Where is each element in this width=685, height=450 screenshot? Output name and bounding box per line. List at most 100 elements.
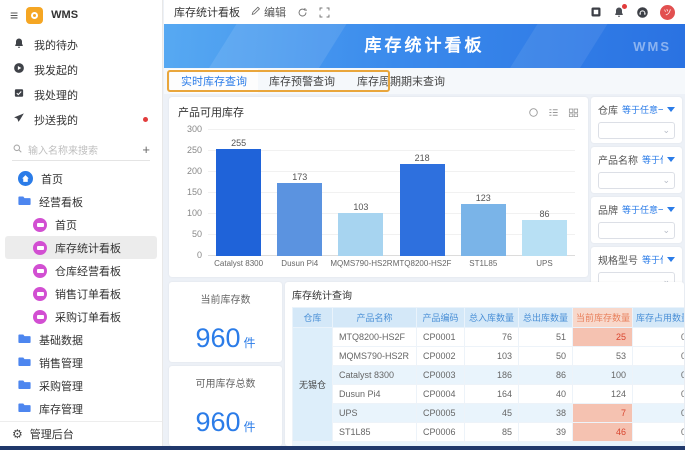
bar[interactable] — [277, 183, 322, 256]
unread-badge-dot — [143, 117, 148, 122]
play-icon — [13, 62, 25, 77]
sidebar-menu-item[interactable]: 我处理的 — [0, 82, 162, 107]
home-icon — [18, 171, 33, 186]
admin-console-button[interactable]: ⚙ 管理后台 — [0, 421, 162, 446]
table-cell: 46 — [573, 423, 633, 442]
column-header: 库存占用数量 — [633, 308, 685, 328]
badge-icon — [33, 287, 47, 301]
stat-number: 960 — [195, 407, 240, 437]
table-row[interactable]: Dusun Pi4CP0004164401240 — [293, 385, 685, 404]
bar-value-label: 173 — [292, 172, 307, 182]
filter-label: 规格型号 — [598, 252, 638, 267]
sidebar-nav-item[interactable]: 库存统计看板 — [5, 236, 157, 259]
bar-slot: 218 — [392, 153, 453, 256]
hamburger-menu-icon[interactable]: ≡ — [10, 7, 18, 23]
table-row[interactable]: MQMS790-HS2RCP000210350530 — [293, 347, 685, 366]
filter-condition-dropdown[interactable]: 等于任意一... — [622, 203, 663, 216]
filter-condition-dropdown[interactable]: 等于任意一... — [622, 103, 663, 116]
table-row[interactable]: Catalyst 8300CP0003186861000 — [293, 366, 685, 385]
chart-card: 产品可用库存 050100150200250300255173103218123… — [169, 97, 588, 277]
filter-label: 仓库 — [598, 102, 618, 117]
bar-value-label: 86 — [539, 209, 549, 219]
sidebar-nav-item[interactable]: 经营看板 — [5, 190, 157, 213]
pencil-icon — [251, 6, 261, 19]
bar-value-label: 123 — [476, 193, 491, 203]
sidebar-nav-item[interactable]: 采购管理 — [5, 374, 157, 397]
x-axis-label: Dusun Pi4 — [269, 259, 330, 268]
chart-list-icon[interactable] — [548, 107, 559, 118]
bar[interactable] — [216, 149, 261, 256]
edit-button[interactable]: 编辑 — [251, 4, 286, 20]
bar[interactable] — [522, 220, 567, 256]
caret-down-icon[interactable] — [667, 107, 675, 112]
sidebar-nav-item[interactable]: 首页 — [5, 167, 157, 190]
x-axis-label: MTQ8200-HS2F — [392, 259, 453, 268]
table-row[interactable]: ST1L85CP00068539460 — [293, 423, 685, 442]
nav-item-label: 仓库经营看板 — [55, 263, 121, 279]
table-header-row: 仓库产品名称产品编码总入库数量总出库数量当前库存数量库存占用数量当前可用数量 — [293, 308, 685, 328]
sidebar-menu-item[interactable]: 我发起的 — [0, 57, 162, 82]
table-cell: 53 — [573, 347, 633, 366]
x-axis-label: Catalyst 8300 — [208, 259, 269, 268]
tab-3[interactable]: 库存周期期末查询 — [346, 69, 456, 93]
fullscreen-icon[interactable] — [319, 7, 330, 18]
table-row[interactable]: 无锡仓MTQ8200-HS2FCP00017651250 — [293, 328, 685, 347]
stat-label: 可用库存总数 — [196, 375, 256, 390]
y-axis-tick: 250 — [178, 145, 202, 155]
filter-value-select[interactable]: ⌄ — [598, 222, 675, 239]
sidebar-menu-item[interactable]: 我的待办 — [0, 32, 162, 57]
bar-value-label: 218 — [415, 153, 430, 163]
apps-icon[interactable] — [590, 6, 602, 18]
stat-unit: 件 — [244, 420, 256, 434]
tab-1[interactable]: 实时库存查询 — [170, 69, 258, 93]
bar[interactable] — [400, 164, 445, 256]
table-cell: 39 — [519, 423, 573, 442]
bar-slot: 86 — [514, 209, 575, 256]
stat-value: 960件 — [195, 323, 255, 354]
badge-icon — [33, 310, 47, 324]
caret-down-icon[interactable] — [667, 257, 675, 262]
banner-title: 库存统计看板 — [164, 24, 685, 68]
sidebar-nav-item[interactable]: 销售订单看板 — [5, 282, 157, 305]
chart-more-grid-icon[interactable] — [568, 107, 579, 118]
sidebar-nav-item[interactable]: 采购订单看板 — [5, 305, 157, 328]
table-cell: 76 — [465, 328, 519, 347]
topbar: 库存统计看板 编辑 ツ — [164, 0, 685, 24]
sidebar-nav-item[interactable]: 首页 — [5, 213, 157, 236]
nav-item-label: 库存管理 — [39, 401, 83, 417]
bar[interactable] — [338, 213, 383, 256]
sidebar-nav-item[interactable]: 基础数据 — [5, 328, 157, 351]
notification-bell-icon[interactable] — [613, 6, 625, 18]
caret-down-icon[interactable] — [667, 157, 675, 162]
dashboard-content: 产品可用库存 050100150200250300255173103218123… — [164, 94, 685, 446]
sidebar-nav-item[interactable]: 销售管理 — [5, 351, 157, 374]
y-axis-tick: 150 — [178, 187, 202, 197]
dashboard-banner: 库存统计看板 WMS — [164, 24, 685, 68]
stat-number: 960 — [195, 323, 240, 353]
chart-refresh-icon[interactable] — [528, 107, 539, 118]
caret-down-icon[interactable] — [667, 207, 675, 212]
window-bottom-bar — [0, 446, 685, 450]
help-icon[interactable] — [636, 6, 649, 19]
user-avatar[interactable]: ツ — [660, 5, 675, 20]
nav-item-label: 采购订单看板 — [55, 309, 121, 325]
filter-value-select[interactable]: ⌄ — [598, 122, 675, 139]
sidebar-menu-item[interactable]: 抄送我的 — [0, 107, 162, 132]
filter-value-select[interactable]: ⌄ — [598, 172, 675, 189]
column-header: 产品名称 — [333, 308, 417, 328]
table-cell: 50 — [519, 347, 573, 366]
filter-condition-dropdown[interactable]: 等于任... — [642, 153, 663, 166]
sidebar-nav-item[interactable]: 库存管理 — [5, 397, 157, 420]
sidebar: ≡ WMS 我的待办我发起的我处理的抄送我的 输入名称来搜索 + 首页经营看板首… — [0, 0, 163, 446]
tab-2[interactable]: 库存预警查询 — [258, 69, 346, 93]
refresh-icon[interactable] — [297, 7, 308, 18]
nav-item-label: 销售订单看板 — [55, 286, 121, 302]
sidebar-search[interactable]: 输入名称来搜索 + — [12, 139, 150, 161]
table-row[interactable]: UPSCP0005453870 — [293, 404, 685, 423]
y-axis-tick: 200 — [178, 166, 202, 176]
filter-condition-dropdown[interactable]: 等于任... — [642, 253, 663, 266]
add-button[interactable]: + — [142, 142, 150, 157]
chart-header: 产品可用库存 — [178, 104, 579, 120]
sidebar-nav-item[interactable]: 仓库经营看板 — [5, 259, 157, 282]
bar[interactable] — [461, 204, 506, 256]
